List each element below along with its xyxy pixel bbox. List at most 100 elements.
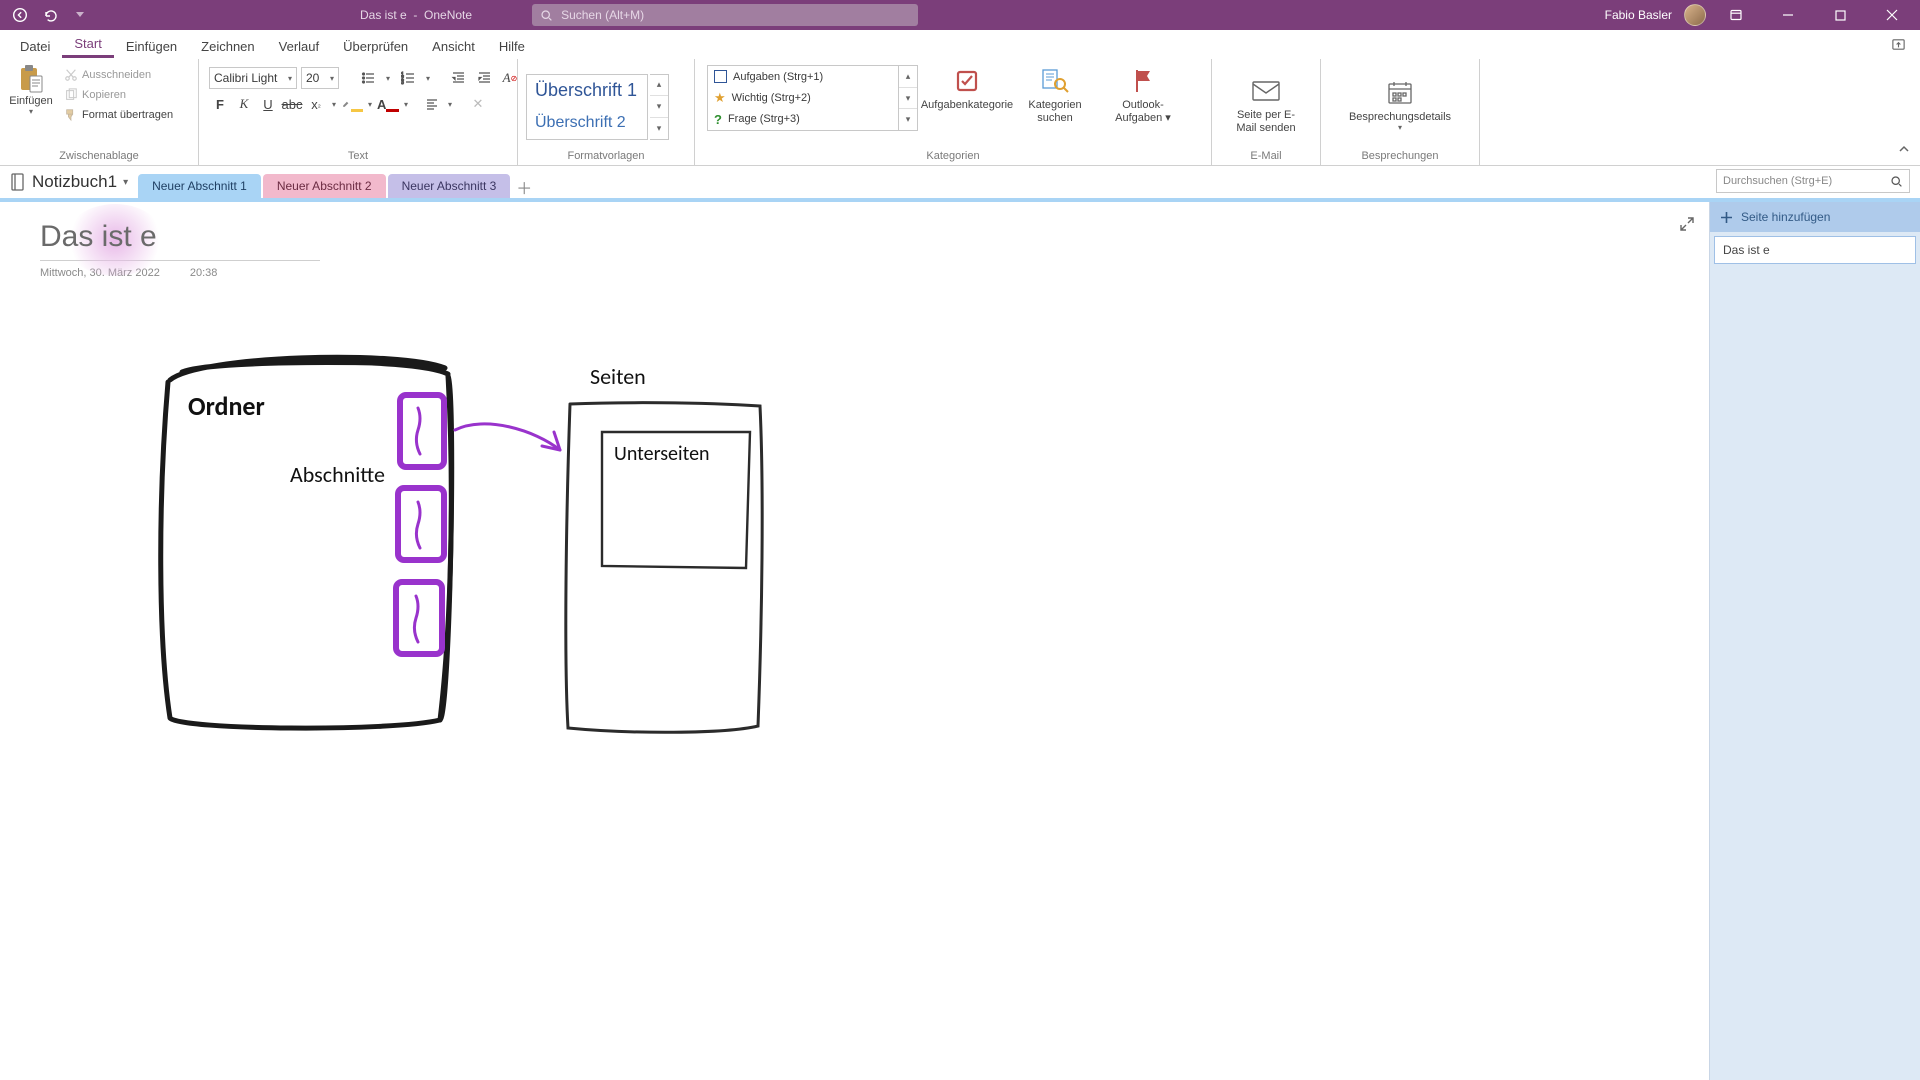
page-title[interactable]: Das ist e — [40, 220, 320, 254]
bullets-button[interactable] — [357, 67, 379, 89]
cut-button[interactable]: Ausschneiden — [64, 65, 173, 85]
font-color-caret[interactable]: ▾ — [401, 93, 411, 115]
tags-more[interactable]: ▾ — [899, 109, 917, 130]
title-bar: Das ist e - OneNote Suchen (Alt+M) Fabio… — [0, 0, 1920, 30]
style-h2[interactable]: Überschrift 2 — [527, 107, 647, 139]
italic-button[interactable]: K — [233, 93, 255, 115]
group-meetings-label: Besprechungen — [1325, 148, 1475, 165]
tab-ueberpruefen[interactable]: Überprüfen — [331, 33, 420, 58]
underline-button[interactable]: U — [257, 93, 279, 115]
drawing-abschnitte-label: Abschnitte — [290, 461, 385, 488]
cut-icon — [64, 68, 78, 82]
notebook-search-box[interactable]: Durchsuchen (Strg+E) — [1716, 169, 1910, 193]
calendar-icon — [1386, 77, 1414, 109]
tags-up[interactable]: ▴ — [899, 66, 917, 88]
find-categories-icon — [1041, 65, 1069, 97]
section-tab-3[interactable]: Neuer Abschnitt 3 — [388, 174, 511, 198]
outlook-tasks-button[interactable]: Outlook- Aufgaben ▾ — [1104, 65, 1182, 124]
page-time[interactable]: 20:38 — [190, 267, 218, 279]
back-button[interactable] — [6, 1, 34, 29]
question-icon: ? — [714, 112, 722, 127]
tab-einfuegen[interactable]: Einfügen — [114, 33, 189, 58]
highlight-caret[interactable]: ▾ — [365, 93, 375, 115]
tab-hilfe[interactable]: Hilfe — [487, 33, 537, 58]
styles-up[interactable]: ▴ — [650, 75, 668, 97]
qat-customize[interactable] — [66, 1, 94, 29]
styles-scroll: ▴ ▾ ▾ — [650, 74, 669, 140]
styles-down[interactable]: ▾ — [650, 96, 668, 118]
tab-datei[interactable]: Datei — [8, 33, 62, 58]
outdent-button[interactable] — [447, 67, 469, 89]
user-avatar[interactable] — [1684, 4, 1706, 26]
chevron-down-icon: ▾ — [123, 177, 128, 188]
tab-zeichnen[interactable]: Zeichnen — [189, 33, 266, 58]
ribbon-display-options[interactable] — [1714, 0, 1758, 30]
indent-button[interactable] — [473, 67, 495, 89]
title-search-box[interactable]: Suchen (Alt+M) — [532, 4, 918, 26]
email-page-button[interactable]: Seite per E- Mail senden — [1227, 75, 1305, 134]
tags-down[interactable]: ▾ — [899, 88, 917, 110]
user-name[interactable]: Fabio Basler — [1605, 8, 1672, 22]
delete-button[interactable]: ✕ — [467, 93, 489, 115]
group-meetings: Besprechungsdetails ▾ Besprechungen — [1321, 59, 1480, 165]
tag-todo[interactable]: Aufgaben (Strg+1) — [708, 66, 898, 87]
subscript-caret[interactable]: ▾ — [329, 93, 339, 115]
ribbon: Einfügen ▾ Ausschneiden Kopieren Format … — [0, 59, 1920, 166]
find-categories-button[interactable]: Kategorien suchen — [1016, 65, 1094, 124]
copy-button[interactable]: Kopieren — [64, 85, 173, 105]
group-email-label: E-Mail — [1216, 148, 1316, 165]
bold-button[interactable]: F — [209, 93, 231, 115]
tab-ansicht[interactable]: Ansicht — [420, 33, 487, 58]
bullets-caret[interactable]: ▾ — [383, 67, 393, 89]
copy-icon — [64, 88, 78, 102]
font-name-combo[interactable]: Calibri Light▾ — [209, 67, 297, 89]
font-color-button[interactable]: A — [377, 93, 399, 115]
page-canvas[interactable]: Das ist e Mittwoch, 30. März 2022 20:38 — [0, 202, 1709, 1080]
flag-icon — [1132, 65, 1154, 97]
group-email: Seite per E- Mail senden E-Mail — [1212, 59, 1321, 165]
paste-button[interactable]: Einfügen ▾ — [4, 65, 58, 116]
add-section-button[interactable]: ＋ — [512, 176, 536, 198]
style-h1[interactable]: Überschrift 1 — [527, 75, 647, 107]
tags-gallery[interactable]: Aufgaben (Strg+1) ★Wichtig (Strg+2) ?Fra… — [707, 65, 899, 131]
notebook-selector[interactable]: Notizbuch1 ▾ — [0, 172, 138, 198]
svg-text:3: 3 — [401, 80, 404, 85]
tab-verlauf[interactable]: Verlauf — [267, 33, 331, 58]
tag-question[interactable]: ?Frage (Strg+3) — [708, 109, 898, 130]
plus-icon — [1720, 211, 1733, 224]
align-button[interactable] — [421, 93, 443, 115]
section-tab-1[interactable]: Neuer Abschnitt 1 — [138, 174, 261, 198]
highlight-button[interactable] — [341, 93, 363, 115]
subscript-button[interactable]: x₂ — [305, 93, 327, 115]
minimize-button[interactable] — [1766, 0, 1810, 30]
envelope-icon — [1251, 75, 1281, 107]
page-header: Das ist e Mittwoch, 30. März 2022 20:38 — [40, 220, 320, 279]
styles-gallery[interactable]: Überschrift 1 Überschrift 2 — [526, 74, 648, 140]
section-tab-2[interactable]: Neuer Abschnitt 2 — [263, 174, 386, 198]
undo-button[interactable] — [36, 1, 64, 29]
expand-page-button[interactable] — [1679, 216, 1695, 235]
maximize-button[interactable] — [1818, 0, 1862, 30]
align-caret[interactable]: ▾ — [445, 93, 455, 115]
numbering-caret[interactable]: ▾ — [423, 67, 433, 89]
group-text: Calibri Light▾ 20▾ ▾ 123▾ A⊘ F K U abc x… — [199, 59, 518, 165]
task-category-button[interactable]: Aufgabenkategorie — [928, 65, 1006, 112]
add-page-button[interactable]: Seite hinzufügen — [1710, 202, 1920, 232]
tags-scroll: ▴ ▾ ▾ — [899, 65, 918, 131]
page-drawing: Ordner Abschnitte Seiten Unterseiten — [140, 320, 880, 800]
share-button[interactable] — [1884, 30, 1912, 58]
page-list-item[interactable]: Das ist e — [1714, 236, 1916, 264]
group-clipboard: Einfügen ▾ Ausschneiden Kopieren Format … — [0, 59, 199, 165]
font-size-combo[interactable]: 20▾ — [301, 67, 339, 89]
tag-important[interactable]: ★Wichtig (Strg+2) — [708, 87, 898, 108]
close-button[interactable] — [1870, 0, 1914, 30]
search-icon — [1890, 175, 1903, 188]
group-clipboard-label: Zwischenablage — [4, 148, 194, 165]
meeting-details-button[interactable]: Besprechungsdetails ▾ — [1335, 77, 1465, 133]
styles-more[interactable]: ▾ — [650, 118, 668, 139]
collapse-ribbon-button[interactable] — [1894, 139, 1914, 159]
tab-start[interactable]: Start — [62, 30, 113, 58]
strikethrough-button[interactable]: abc — [281, 93, 303, 115]
numbering-button[interactable]: 123 — [397, 67, 419, 89]
format-painter-button[interactable]: Format übertragen — [64, 105, 173, 125]
